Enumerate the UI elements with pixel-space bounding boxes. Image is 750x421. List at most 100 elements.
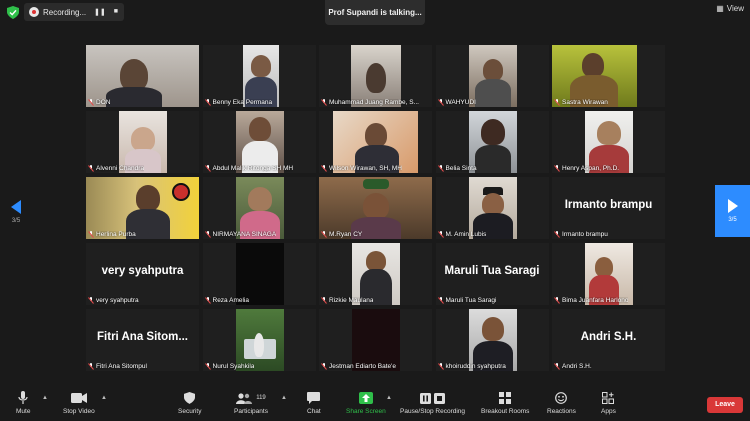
muted-mic-icon (88, 99, 94, 106)
reactions-button[interactable]: Reactions (547, 390, 576, 415)
participant-tile[interactable]: very syahputra very syahputra (86, 243, 199, 305)
participant-display-name: Irmanto brampu (564, 199, 653, 211)
muted-mic-icon (437, 165, 444, 172)
participant-gallery: DON Benny Eka Permana Muhammad Juang Ram… (86, 45, 665, 375)
participant-display-name: Andri S.H. (580, 331, 637, 343)
participant-tile[interactable]: Muhammad Juang Rambe, S... (319, 45, 432, 107)
share-screen-button[interactable]: Share Screen (346, 390, 386, 415)
video-feed (242, 45, 279, 107)
participant-tile[interactable]: khoiruddin syahputra (435, 309, 549, 371)
leave-button[interactable]: Leave (707, 397, 743, 413)
participant-tile[interactable]: Fitri Ana Sitom... Fitri Ana Sitompul (86, 309, 199, 371)
video-feed (468, 45, 517, 107)
participant-tile[interactable]: DON (86, 45, 199, 107)
apps-button[interactable]: Apps (601, 390, 616, 415)
participants-button[interactable]: 119 Participants (234, 390, 268, 415)
video-options-caret-icon[interactable]: ▲ (101, 395, 107, 401)
participant-name-label: Wilson Wirawan, SH, MH (321, 165, 402, 172)
participant-tile[interactable]: Sastra Wirawan (552, 45, 665, 107)
participant-name-label: Muhammad Juang Rambe, S... (321, 99, 419, 106)
participant-tile[interactable]: Rizkie Maulana (319, 243, 432, 305)
participant-name-label: Fitri Ana Sitompul (88, 363, 147, 370)
participant-tile[interactable]: Reza Amelia (202, 243, 316, 305)
share-options-caret-icon[interactable]: ▲ (386, 395, 392, 401)
record-icon (29, 7, 39, 17)
participant-tile[interactable]: Andri S.H. Andri S.H. (552, 309, 665, 371)
security-label: Security (178, 408, 202, 415)
breakout-rooms-label: Breakout Rooms (481, 408, 530, 415)
participant-tile[interactable]: M. Amin Lubis (435, 177, 549, 239)
muted-mic-icon (554, 297, 560, 304)
pause-stop-recording-button[interactable]: Pause/Stop Recording (400, 390, 465, 415)
share-screen-icon (358, 390, 373, 406)
participant-display-name: Maruli Tua Saragi (444, 265, 540, 277)
next-page-button[interactable]: 3/5 (715, 185, 750, 237)
share-screen-label: Share Screen (346, 408, 386, 415)
participant-name-label: M.Ryan CY (321, 231, 362, 238)
stop-recording-icon[interactable]: ■ (114, 8, 118, 16)
view-button[interactable]: ▦ View (716, 4, 744, 13)
participant-tile[interactable]: NIRMAYANA SINAGA (202, 177, 316, 239)
participants-icon: 119 (236, 390, 266, 406)
stop-video-button[interactable]: Stop Video (63, 390, 95, 415)
previous-page-button[interactable]: 3/5 (6, 200, 26, 224)
security-button[interactable]: Security (178, 390, 201, 415)
view-label: View (726, 4, 744, 13)
participant-tile[interactable]: WAHYUDI (435, 45, 549, 107)
participant-name-label: Rizkie Maulana (321, 297, 373, 304)
participant-tile[interactable]: Irmanto brampu Irmanto brampu (552, 177, 665, 239)
video-feed (235, 111, 284, 173)
participant-tile[interactable]: Maruli Tua Saragi Maruli Tua Saragi (435, 243, 549, 305)
participant-name-label: Bima Juanfara Harlono (554, 297, 628, 304)
participant-name-label: NIRMAYANA SINAGA (204, 231, 276, 238)
reactions-label: Reactions (547, 408, 576, 415)
participants-label: Participants (234, 408, 268, 415)
participant-tile[interactable]: Bima Juanfara Harlono (552, 243, 665, 305)
recording-label: Recording... (43, 7, 87, 17)
smiley-icon (555, 390, 568, 406)
participants-caret-icon[interactable]: ▲ (281, 395, 287, 401)
participant-name-label: Nurul Syahkila (204, 363, 254, 370)
participant-name-label: M. Amin Lubis (437, 231, 486, 238)
chat-button[interactable]: Chat (307, 390, 321, 415)
breakout-rooms-icon (499, 390, 512, 406)
participant-tile[interactable]: Alvenni Chandra (86, 111, 199, 173)
breakout-rooms-button[interactable]: Breakout Rooms (481, 390, 529, 415)
video-feed (585, 111, 633, 173)
video-feed (351, 45, 401, 107)
participant-tile[interactable]: Herlina Purba (86, 177, 199, 239)
muted-mic-icon (321, 165, 327, 172)
muted-mic-icon (554, 165, 560, 172)
participant-tile[interactable]: Henry Aspan, Ph.D. (552, 111, 665, 173)
apps-label: Apps (601, 408, 616, 415)
participant-tile[interactable]: Abdul Malik Ritonga SH MH (202, 111, 316, 173)
video-feed (468, 309, 517, 371)
pause-recording-icon[interactable]: ❚❚ (94, 8, 106, 16)
security-shield-icon[interactable] (7, 6, 19, 19)
stop-video-label: Stop Video (63, 408, 95, 415)
participant-tile[interactable]: Belia Sinta (435, 111, 549, 173)
chat-bubble-icon (307, 390, 321, 406)
audio-options-caret-icon[interactable]: ▲ (42, 395, 48, 401)
participant-tile[interactable]: Wilson Wirawan, SH, MH (319, 111, 432, 173)
video-camera-icon (70, 390, 87, 406)
mute-button[interactable]: Mute (16, 390, 30, 415)
recording-indicator: Recording... ❚❚ ■ (24, 3, 124, 21)
participant-name-label: Jestman Ediarto Bate'e (321, 363, 396, 370)
participant-tile[interactable]: Nurul Syahkila (202, 309, 316, 371)
muted-mic-icon (204, 297, 211, 304)
video-feed (319, 177, 432, 239)
participant-name-label: DON (88, 99, 110, 106)
video-feed (585, 243, 633, 305)
participant-name-label: Maruli Tua Saragi (437, 297, 496, 304)
video-feed (552, 45, 637, 107)
muted-mic-icon (204, 99, 211, 106)
participant-tile[interactable]: Jestman Ediarto Bate'e (319, 309, 432, 371)
participant-name-label: khoiruddin syahputra (437, 363, 506, 370)
video-feed (352, 243, 400, 305)
participant-name-label: WAHYUDI (437, 99, 476, 106)
participant-name-label: Herlina Purba (88, 231, 136, 238)
video-feed (235, 243, 284, 305)
participant-tile[interactable]: Benny Eka Permana (202, 45, 316, 107)
participant-tile[interactable]: M.Ryan CY (319, 177, 432, 239)
